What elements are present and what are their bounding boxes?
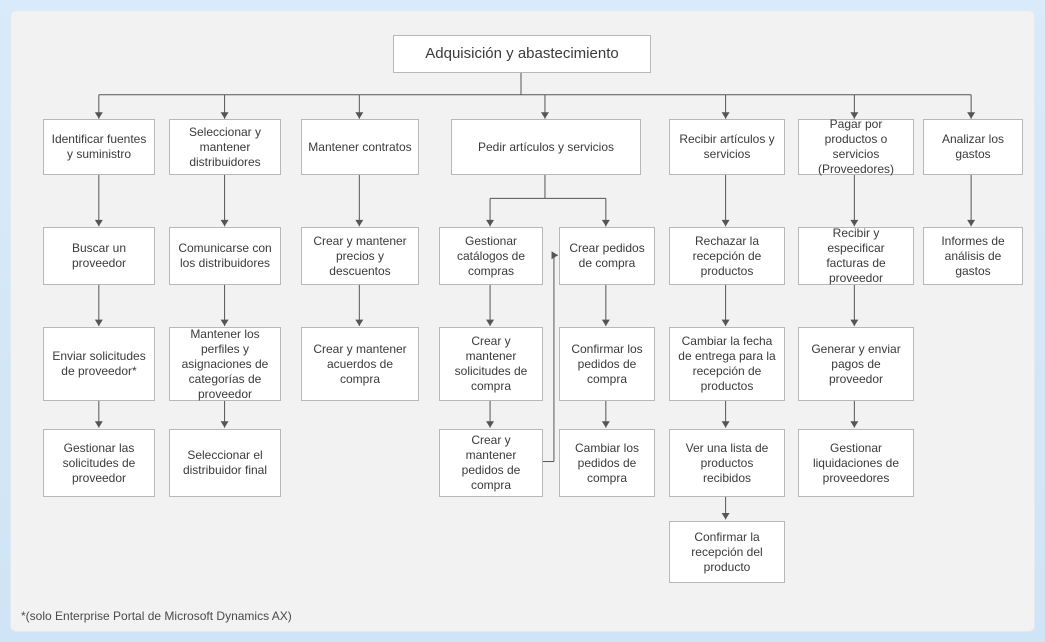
column-header-col5: Recibir artículos y servicios [669,119,785,175]
node-label: Mantener los perfiles y asignaciones de … [176,327,274,402]
node-label: Generar y enviar pagos de proveedor [805,342,907,387]
node-c5s4: Confirmar la recepción del producto [669,521,785,583]
node-c4as2: Crear y mantener solicitudes de compra [439,327,543,401]
column-header-col7: Analizar los gastos [923,119,1023,175]
node-label: Comunicarse con los distribuidores [176,241,274,271]
node-label: Crear y mantener precios y descuentos [308,234,412,279]
node-label: Pagar por productos o servicios (Proveed… [805,117,907,177]
node-label: Mantener contratos [308,140,411,155]
node-label: Seleccionar el distribuidor final [176,448,274,478]
node-c4as1: Gestionar catálogos de compras [439,227,543,285]
column-header-col2: Seleccionar y mantener distribuidores [169,119,281,175]
node-label: Gestionar liquidaciones de proveedores [805,441,907,486]
node-label: Cambiar la fecha de entrega para la rece… [676,334,778,394]
node-c4bs1: Crear pedidos de compra [559,227,655,285]
node-label: Cambiar los pedidos de compra [566,441,648,486]
node-label: Crear pedidos de compra [566,241,648,271]
node-c4bs2: Confirmar los pedidos de compra [559,327,655,401]
node-c5s2: Cambiar la fecha de entrega para la rece… [669,327,785,401]
node-label: Confirmar los pedidos de compra [566,342,648,387]
node-c2s2: Mantener los perfiles y asignaciones de … [169,327,281,401]
node-label: Adquisición y abastecimiento [425,45,618,64]
column-header-col1: Identificar fuentes y suministro [43,119,155,175]
outer-frame: *(solo Enterprise Portal de Microsoft Dy… [0,0,1045,642]
footnote-text: *(solo Enterprise Portal de Microsoft Dy… [21,609,292,623]
node-c6s3: Gestionar liquidaciones de proveedores [798,429,914,497]
node-label: Crear y mantener pedidos de compra [446,433,536,493]
node-c7s1: Informes de análisis de gastos [923,227,1023,285]
root-node: Adquisición y abastecimiento [393,35,651,73]
node-label: Analizar los gastos [930,132,1016,162]
node-label: Confirmar la recepción del producto [676,530,778,575]
node-c5s3: Ver una lista de productos recibidos [669,429,785,497]
node-c2s1: Comunicarse con los distribuidores [169,227,281,285]
node-label: Gestionar catálogos de compras [446,234,536,279]
node-c5s1: Rechazar la recepción de productos [669,227,785,285]
diagram-panel: *(solo Enterprise Portal de Microsoft Dy… [10,10,1035,632]
node-label: Seleccionar y mantener distribuidores [176,125,274,170]
node-label: Recibir y especificar facturas de provee… [805,226,907,286]
node-c1s3: Gestionar las solicitudes de proveedor [43,429,155,497]
node-c4bs3: Cambiar los pedidos de compra [559,429,655,497]
node-label: Crear y mantener acuerdos de compra [308,342,412,387]
node-c3s1: Crear y mantener precios y descuentos [301,227,419,285]
node-label: Rechazar la recepción de productos [676,234,778,279]
column-header-col6: Pagar por productos o servicios (Proveed… [798,119,914,175]
node-c1s1: Buscar un proveedor [43,227,155,285]
node-c2s3: Seleccionar el distribuidor final [169,429,281,497]
node-c1s2: Enviar solicitudes de proveedor* [43,327,155,401]
node-c4as3: Crear y mantener pedidos de compra [439,429,543,497]
node-c3s2: Crear y mantener acuerdos de compra [301,327,419,401]
column-header-col3: Mantener contratos [301,119,419,175]
node-c6s1: Recibir y especificar facturas de provee… [798,227,914,285]
node-label: Informes de análisis de gastos [930,234,1016,279]
column-header-col4: Pedir artículos y servicios [451,119,641,175]
node-c6s2: Generar y enviar pagos de proveedor [798,327,914,401]
node-label: Crear y mantener solicitudes de compra [446,334,536,394]
connectors-layer [11,11,1034,631]
node-label: Identificar fuentes y suministro [50,132,148,162]
node-label: Buscar un proveedor [50,241,148,271]
node-label: Pedir artículos y servicios [478,140,614,155]
node-label: Gestionar las solicitudes de proveedor [50,441,148,486]
node-label: Ver una lista de productos recibidos [676,441,778,486]
node-label: Recibir artículos y servicios [676,132,778,162]
node-label: Enviar solicitudes de proveedor* [50,349,148,379]
